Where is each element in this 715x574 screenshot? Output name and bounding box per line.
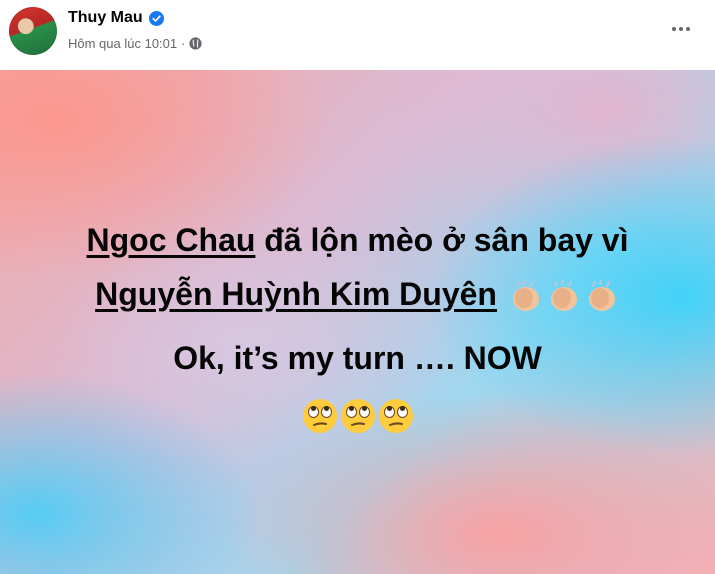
post-line-3: Ok, it’s my turn …. NOW xyxy=(173,340,542,376)
post-meta: Hôm qua lúc 10:01 · xyxy=(68,36,203,51)
facebook-post: Thuy Mau Hôm qua lúc 10:01 · Ngoc Chau đ… xyxy=(0,0,715,574)
face-with-rolling-eyes-emoji xyxy=(340,399,375,433)
mention-ngoc-chau[interactable]: Ngoc Chau xyxy=(87,222,256,258)
more-options-icon xyxy=(672,27,676,31)
author-name-row: Thuy Mau xyxy=(68,9,164,27)
post-line-1: Ngoc Chau đã lộn mèo ở sân bay vì xyxy=(0,222,715,259)
meta-separator: · xyxy=(181,36,186,51)
verified-badge-icon xyxy=(148,10,164,26)
more-options-button[interactable] xyxy=(667,19,695,39)
clapping-hands-emoji xyxy=(588,279,615,311)
clapping-hands-emoji xyxy=(550,279,577,311)
avatar[interactable] xyxy=(9,7,57,55)
post-line-4 xyxy=(0,398,715,434)
post-header: Thuy Mau Hôm qua lúc 10:01 · xyxy=(0,0,715,70)
mention-kim-duyen[interactable]: Nguyễn Huỳnh Kim Duyên xyxy=(95,276,497,312)
post-line-2: Nguyễn Huỳnh Kim Duyên xyxy=(0,276,715,314)
post-background: Ngoc Chau đã lộn mèo ở sân bay vì Nguyễn… xyxy=(0,70,715,574)
line1-text: đã lộn mèo ở sân bay vì xyxy=(255,222,629,258)
clapping-hands-emoji xyxy=(512,279,539,311)
globe-icon[interactable] xyxy=(189,37,203,50)
author-name[interactable]: Thuy Mau xyxy=(68,9,143,27)
face-with-rolling-eyes-emoji xyxy=(302,399,337,433)
face-with-rolling-eyes-emoji xyxy=(378,399,413,433)
timestamp[interactable]: Hôm qua lúc 10:01 xyxy=(68,36,177,51)
